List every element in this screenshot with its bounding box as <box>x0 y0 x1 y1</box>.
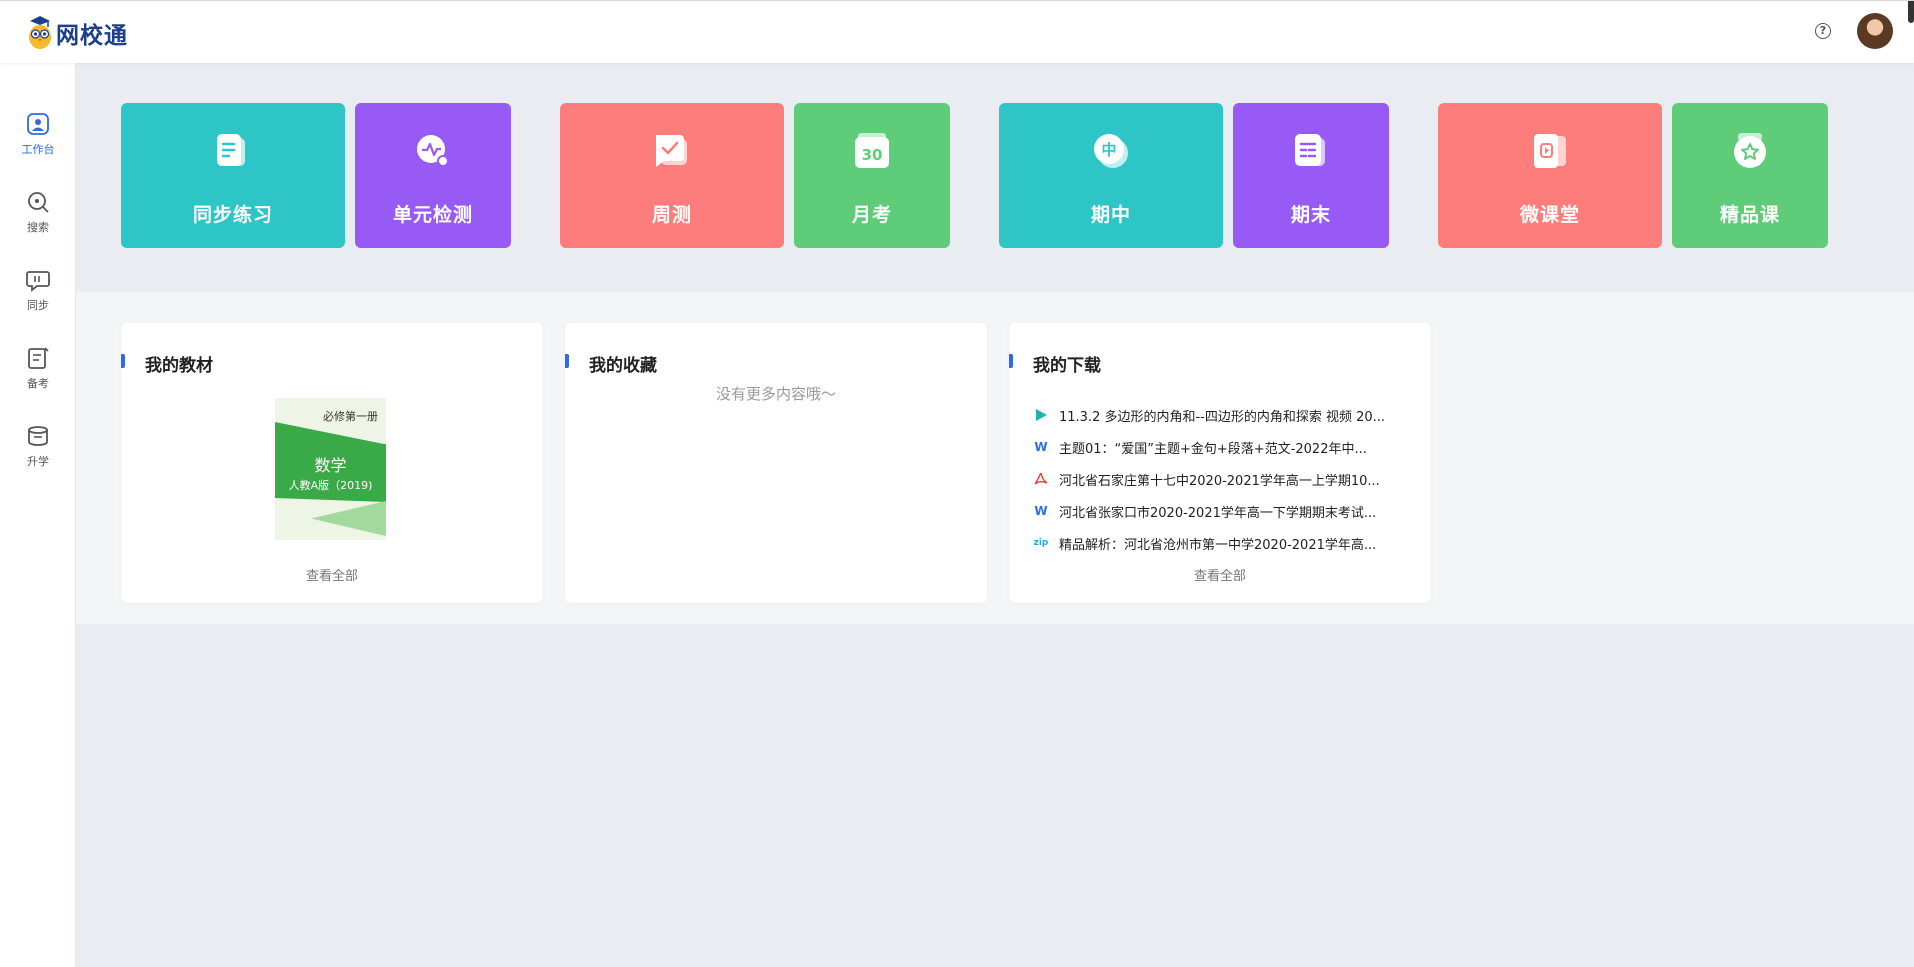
sidebar: 工作台 搜索 同步 备考 升学 <box>0 63 76 967</box>
download-list: 11.3.2 多边形的内角和--四边形的内角和探索 视频 20... W 主题0… <box>1033 399 1413 559</box>
sidebar-item-label: 升学 <box>27 455 49 468</box>
list-doc-icon <box>1295 134 1325 166</box>
download-title: 河北省石家庄第十七中2020-2021学年高一上学期10... <box>1059 473 1380 489</box>
tile-label: 周测 <box>651 204 692 226</box>
owl-mascot-icon <box>29 16 51 49</box>
sidebar-item-exam-prep[interactable]: 备考 <box>0 345 76 405</box>
sidebar-item-sync[interactable]: 同步 <box>0 267 76 327</box>
sidebar-item-label: 工作台 <box>21 143 55 156</box>
download-title: 主题01：“爱国”主题+金句+段落+范文-2022年中... <box>1059 441 1367 457</box>
zip-file-icon: zip <box>1033 538 1049 548</box>
cards-section: 我的教材 必修第一册 数学 人教A版（2019) 查看全部 我的收藏 没有更多内… <box>76 292 1914 624</box>
book-series: 必修第一册 <box>323 410 378 423</box>
download-title: 河北省张家口市2020-2021学年高一下学期期末考试... <box>1059 505 1377 521</box>
tile-label: 期末 <box>1290 204 1331 226</box>
calendar-icon: 30 <box>855 133 889 168</box>
pdf-file-icon <box>1033 471 1049 487</box>
svg-text:中: 中 <box>1101 141 1116 159</box>
star-medal-icon <box>1734 133 1766 168</box>
list-item[interactable]: zip 精品解析：河北省沧州市第一中学2020-2021学年高... <box>1033 527 1413 559</box>
tile-label: 同步练习 <box>192 204 273 226</box>
empty-state-text: 没有更多内容哦～ <box>715 385 836 403</box>
mid-term-icon: 中 <box>1094 134 1128 168</box>
tile-final-exam[interactable]: 期末 <box>1233 103 1389 248</box>
workbench-icon <box>27 113 49 135</box>
search-icon <box>28 192 49 213</box>
tile-label: 月考 <box>851 204 892 226</box>
word-file-icon: W <box>1034 440 1048 454</box>
book-subject: 数学 <box>314 456 347 475</box>
cover-shape <box>311 501 386 536</box>
my-textbook-card: 我的教材 必修第一册 数学 人教A版（2019) 查看全部 <box>121 323 543 603</box>
card-title: 我的收藏 <box>589 356 657 376</box>
tile-label: 期中 <box>1090 204 1131 226</box>
my-favorites-card: 我的收藏 没有更多内容哦～ <box>565 323 987 603</box>
sidebar-item-workbench[interactable]: 工作台 <box>0 111 76 171</box>
sidebar-item-label: 搜索 <box>27 221 49 234</box>
card-title: 我的下载 <box>1033 356 1101 376</box>
sync-chat-icon <box>26 271 50 292</box>
tile-label: 单元检测 <box>392 204 473 226</box>
chart-search-icon <box>417 135 449 167</box>
tile-label: 精品课 <box>1719 204 1780 226</box>
tile-micro-class[interactable]: 微课堂 <box>1438 103 1662 248</box>
logo-text: 网校通 <box>56 23 128 49</box>
card-accent-bar <box>565 354 569 368</box>
quick-tiles: 同步练习 单元检测 周测 30 月考 中 期中 期末 微课堂 精品课 <box>76 63 1914 292</box>
video-file-icon <box>1033 407 1049 423</box>
tile-label: 微课堂 <box>1519 204 1580 226</box>
help-icon[interactable]: ? <box>1815 23 1831 39</box>
sidebar-item-label: 同步 <box>27 299 49 312</box>
list-item[interactable]: 河北省石家庄第十七中2020-2021学年高一上学期10... <box>1033 463 1413 495</box>
tile-premium-course[interactable]: 精品课 <box>1672 103 1828 248</box>
card-accent-bar <box>1009 354 1013 368</box>
logo[interactable]: 网校通 <box>26 15 128 51</box>
sidebar-item-graduation[interactable]: 升学 <box>0 423 76 483</box>
tile-unit-test[interactable]: 单元检测 <box>355 103 511 248</box>
tile-sync-practice[interactable]: 同步练习 <box>121 103 345 248</box>
list-item[interactable]: W 主题01：“爱国”主题+金句+段落+范文-2022年中... <box>1033 431 1413 463</box>
my-downloads-card: 我的下载 11.3.2 多边形的内角和--四边形的内角和探索 视频 20... … <box>1009 323 1431 603</box>
tile-monthly-exam[interactable]: 30 月考 <box>794 103 950 248</box>
avatar[interactable] <box>1857 13 1893 49</box>
video-play-icon <box>1534 134 1566 168</box>
list-item[interactable]: 11.3.2 多边形的内角和--四边形的内角和探索 视频 20... <box>1033 399 1413 431</box>
view-all-link[interactable]: 查看全部 <box>121 565 543 584</box>
graduation-icon <box>28 426 48 446</box>
tile-weekly-test[interactable]: 周测 <box>560 103 784 248</box>
top-header: 网校通 ? <box>0 0 1914 63</box>
card-accent-bar <box>121 354 125 368</box>
scrollbar-thumb[interactable] <box>1908 1 1914 23</box>
document-icon <box>217 134 245 166</box>
sidebar-item-search[interactable]: 搜索 <box>0 189 76 249</box>
list-item[interactable]: W 河北省张家口市2020-2021学年高一下学期期末考试... <box>1033 495 1413 527</box>
sidebar-item-label: 备考 <box>27 377 49 390</box>
download-title: 精品解析：河北省沧州市第一中学2020-2021学年高... <box>1059 537 1377 553</box>
textbook-cover[interactable]: 必修第一册 数学 人教A版（2019) <box>275 398 386 540</box>
tile-mid-term[interactable]: 中 期中 <box>999 103 1223 248</box>
svg-text:30: 30 <box>862 146 883 164</box>
word-file-icon: W <box>1034 504 1048 518</box>
view-all-link[interactable]: 查看全部 <box>1009 565 1431 584</box>
checkmark-chat-icon <box>656 135 687 167</box>
exam-prep-icon <box>28 347 49 369</box>
download-title: 11.3.2 多边形的内角和--四边形的内角和探索 视频 20... <box>1059 409 1386 425</box>
book-edition: 人教A版（2019) <box>288 479 373 492</box>
card-title: 我的教材 <box>145 356 213 376</box>
